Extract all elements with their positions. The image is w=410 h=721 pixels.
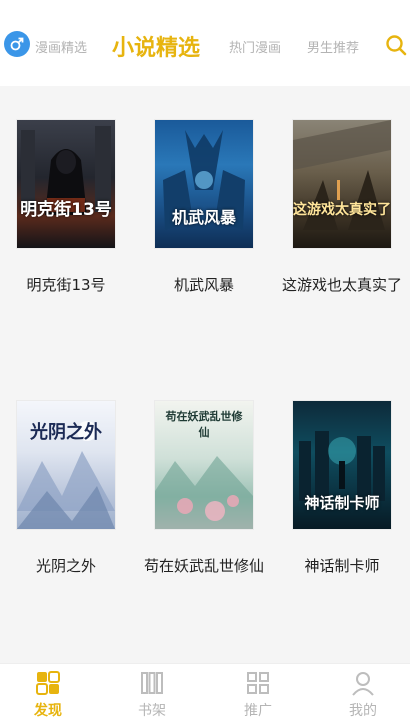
promote-grid-icon: [247, 672, 269, 694]
book-card[interactable]: 这游戏太真实了 这游戏也太真实了: [282, 120, 402, 297]
gender-male-button[interactable]: [4, 31, 30, 57]
bookshelf-icon: [141, 672, 163, 694]
discover-icon: [36, 671, 60, 695]
nav-discover[interactable]: 发现: [8, 664, 88, 721]
nav-label: 推广: [244, 703, 272, 719]
nav-label: 书架: [138, 703, 166, 719]
book-card[interactable]: 神话制卡师 神话制卡师: [282, 401, 402, 578]
profile-icon: [352, 672, 374, 696]
book-cover[interactable]: 机武风暴: [155, 120, 253, 248]
book-title: 这游戏也太真实了: [282, 276, 403, 294]
nav-bookshelf[interactable]: 书架: [112, 664, 192, 721]
cover-art-mecha: [163, 130, 245, 230]
cover-art-mountains: [17, 421, 115, 529]
book-card[interactable]: 机武风暴 机武风暴: [144, 120, 264, 297]
gender-male-icon: [10, 37, 24, 51]
tab-male-recommend[interactable]: 男生推荐: [307, 37, 359, 56]
cover-title: 苟在妖武乱世修仙: [165, 410, 243, 439]
tab-hot-comics[interactable]: 热门漫画: [229, 37, 281, 56]
cover-title: 机武风暴: [171, 208, 236, 227]
book-card[interactable]: 光阴之外 光阴之外: [6, 401, 126, 578]
book-cover[interactable]: 这游戏太真实了: [293, 120, 391, 248]
book-cover[interactable]: 明克街13号: [17, 120, 115, 248]
book-cover[interactable]: 光阴之外: [17, 401, 115, 529]
nav-promote[interactable]: 推广: [218, 664, 298, 721]
book-title: 苟在妖武乱世修仙: [144, 557, 265, 575]
top-bar: 漫画精选 小说精选 热门漫画 男生推荐: [0, 0, 410, 86]
book-card[interactable]: 明克街13号 明克街13号: [6, 120, 126, 297]
tab-novel-picks[interactable]: 小说精选: [112, 30, 200, 62]
cover-title: 神话制卡师: [304, 494, 380, 512]
cover-art-ruins: [293, 120, 391, 230]
bottom-tab-bar: 发现 书架 推广 我的: [0, 663, 410, 721]
book-title: 机武风暴: [173, 276, 234, 294]
search-button[interactable]: [383, 32, 409, 58]
cover-title: 明克街13号: [20, 200, 112, 220]
nav-label: 发现: [34, 703, 62, 719]
book-grid: 明克街13号 明克街13号 机武风暴 机武风暴 这游戏太真实了 这游戏也太真实了…: [0, 86, 410, 663]
book-card[interactable]: 苟在妖武乱世修仙 苟在妖武乱世修仙: [144, 401, 264, 578]
cover-title: 光阴之外: [30, 422, 102, 443]
book-title: 明克街13号: [26, 276, 106, 294]
nav-profile[interactable]: 我的: [323, 664, 403, 721]
cover-art-figure: [21, 126, 111, 215]
search-icon: [386, 35, 407, 56]
book-cover[interactable]: 神话制卡师: [293, 401, 391, 529]
cover-title: 这游戏太真实了: [293, 202, 391, 218]
nav-label: 我的: [349, 703, 377, 719]
book-title: 神话制卡师: [304, 557, 380, 575]
book-title: 光阴之外: [35, 557, 96, 575]
book-cover[interactable]: 苟在妖武乱世修仙: [155, 401, 253, 529]
tab-comic-picks[interactable]: 漫画精选: [35, 37, 87, 56]
